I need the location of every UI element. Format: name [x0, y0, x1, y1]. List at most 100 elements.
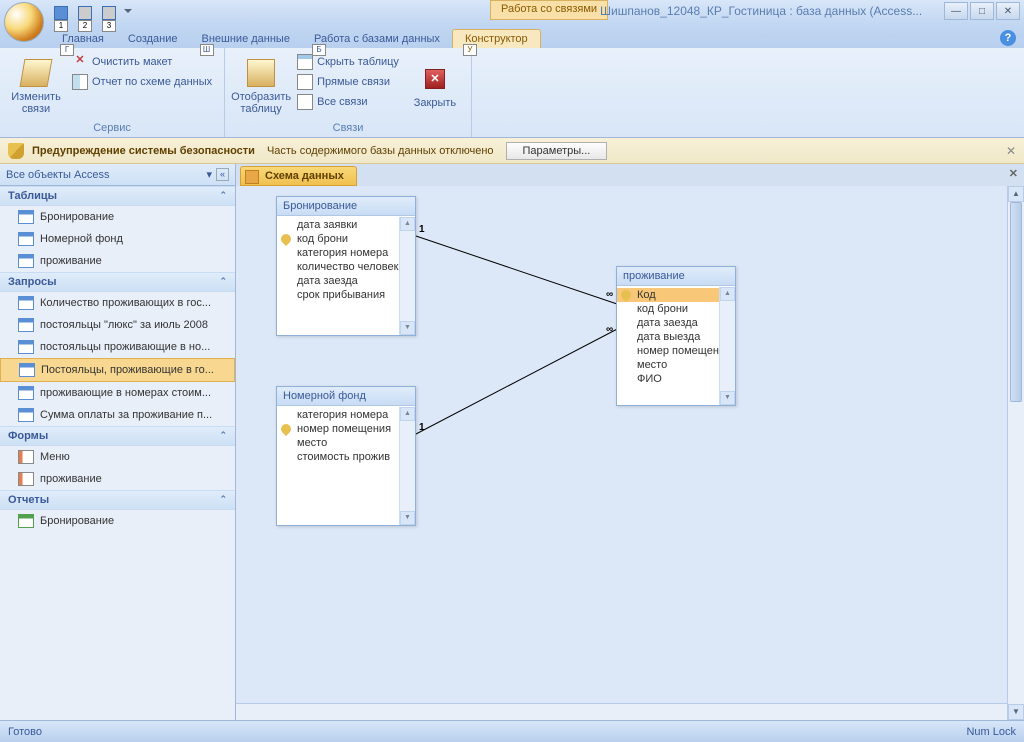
table-field[interactable]: дата заезда	[617, 316, 735, 330]
table-field[interactable]: место	[617, 358, 735, 372]
qat-dropdown-icon[interactable]	[124, 9, 132, 17]
table-box[interactable]: Номерной фонд категория номераномер помещ…	[276, 386, 416, 526]
all-relations-button[interactable]: Все связи	[293, 92, 403, 112]
rel-cardinality-many: ∞	[606, 289, 613, 300]
nav-pane-header[interactable]: Все объекты Access ▾«	[0, 164, 235, 186]
nav-item[interactable]: проживание	[0, 250, 235, 272]
nav-dropdown-icon[interactable]: ▾	[206, 168, 212, 181]
horizontal-scrollbar[interactable]	[236, 703, 1007, 720]
nav-collapse-icon[interactable]: «	[216, 168, 229, 181]
restore-button[interactable]: □	[970, 2, 994, 20]
nav-group-tables[interactable]: Таблицы⌃	[0, 186, 235, 206]
window-title: Шишпанов_12048_КР_Гостиница : база данны…	[600, 4, 922, 18]
table-header[interactable]: Бронирование	[277, 197, 415, 216]
table-field[interactable]: категория номера	[277, 408, 415, 422]
ribbon-group-service: Изменить связи ✕Очистить макет Отчет по …	[0, 48, 225, 137]
object-icon	[18, 340, 34, 354]
table-field[interactable]: номер помещени	[617, 344, 735, 358]
edit-relationships-button[interactable]: Изменить связи	[6, 50, 66, 121]
tab-home[interactable]: ГлавнаяГ	[50, 30, 116, 48]
close-designer-button[interactable]: ✕ Закрыть	[405, 50, 465, 121]
table-scrollbar[interactable]: ▲▼	[719, 287, 735, 405]
document-tabs: Схема данных ✕	[236, 164, 1024, 186]
ribbon-group-label: Связи	[231, 121, 465, 135]
tab-dbtools[interactable]: Работа с базами данныхБ	[302, 30, 452, 48]
nav-item-label: Бронирование	[40, 515, 114, 527]
security-close-icon[interactable]: ✕	[1006, 144, 1016, 158]
document-close-icon[interactable]: ✕	[1009, 167, 1018, 180]
numlock-indicator: Num Lock	[966, 726, 1016, 738]
navigation-pane: Все объекты Access ▾« Таблицы⌃ Бронирова…	[0, 164, 236, 720]
table-field[interactable]: ФИО	[617, 372, 735, 386]
table-field[interactable]: дата заезда	[277, 274, 415, 288]
show-table-button[interactable]: Отобразить таблицу	[231, 50, 291, 121]
table-field[interactable]: код брони	[617, 302, 735, 316]
table-box[interactable]: проживание Кодкод бронидата заездадата вы…	[616, 266, 736, 406]
table-field[interactable]: дата выезда	[617, 330, 735, 344]
nav-item[interactable]: постояльцы "люкс" за июль 2008	[0, 314, 235, 336]
nav-item[interactable]: проживающие в номерах стоим...	[0, 382, 235, 404]
nav-item-label: постояльцы "люкс" за июль 2008	[40, 319, 208, 331]
nav-group-queries[interactable]: Запросы⌃	[0, 272, 235, 292]
schema-report-button[interactable]: Отчет по схеме данных	[68, 72, 216, 92]
table-field[interactable]: срок прибывания	[277, 288, 415, 302]
security-options-button[interactable]: Параметры...	[506, 142, 608, 160]
hide-table-button[interactable]: Скрыть таблицу	[293, 52, 403, 72]
clear-layout-button[interactable]: ✕Очистить макет	[68, 52, 216, 72]
table-field[interactable]: номер помещения	[277, 422, 415, 436]
nav-item[interactable]: Количество проживающих в гос...	[0, 292, 235, 314]
document-area: Схема данных ✕ 1 ∞ 1 ∞ Бронированиедата …	[236, 164, 1024, 720]
table-field[interactable]: количество человек	[277, 260, 415, 274]
table-field[interactable]: дата заявки	[277, 218, 415, 232]
table-scrollbar[interactable]: ▲▼	[399, 217, 415, 335]
direct-relations-button[interactable]: Прямые связи	[293, 72, 403, 92]
table-header[interactable]: Номерной фонд	[277, 387, 415, 406]
nav-item[interactable]: Сумма оплаты за проживание п...	[0, 404, 235, 426]
quick-access-toolbar: 1 2 3	[50, 2, 132, 24]
chevron-up-icon: ⌃	[219, 430, 227, 442]
table-field[interactable]: Код	[617, 288, 735, 302]
nav-item[interactable]: постояльцы проживающие в но...	[0, 336, 235, 358]
table-field[interactable]: код брони	[277, 232, 415, 246]
rel-cardinality-one: 1	[419, 422, 425, 433]
tab-create[interactable]: Создание	[116, 30, 190, 48]
table-box[interactable]: Бронирование дата заявкикод броникатегори…	[276, 196, 416, 336]
relationships-canvas[interactable]: 1 ∞ 1 ∞ Бронированиедата заявкикод брони…	[236, 186, 1024, 720]
help-icon[interactable]: ?	[1000, 30, 1016, 46]
minimize-button[interactable]: —	[944, 2, 968, 20]
nav-item[interactable]: Номерной фонд	[0, 228, 235, 250]
ribbon-group-label: Сервис	[6, 121, 218, 135]
qat-save[interactable]: 1	[50, 2, 72, 24]
qat-redo[interactable]: 3	[98, 2, 120, 24]
nav-item[interactable]: Бронирование	[0, 206, 235, 228]
table-field[interactable]: место	[277, 436, 415, 450]
object-icon	[18, 296, 34, 310]
tab-design[interactable]: КонструкторУ	[452, 29, 541, 48]
object-icon	[18, 514, 34, 528]
nav-group-forms[interactable]: Формы⌃	[0, 426, 235, 446]
nav-item-label: постояльцы проживающие в но...	[40, 341, 210, 353]
nav-item[interactable]: Бронирование	[0, 510, 235, 532]
nav-item[interactable]: проживание	[0, 468, 235, 490]
object-icon	[18, 386, 34, 400]
nav-item[interactable]: Постояльцы, проживающие в го...	[0, 358, 235, 382]
nav-item-label: Меню	[40, 451, 70, 463]
office-button[interactable]	[4, 2, 44, 42]
table-scrollbar[interactable]: ▲▼	[399, 407, 415, 525]
nav-item-label: проживание	[40, 473, 102, 485]
close-button[interactable]: ✕	[996, 2, 1020, 20]
document-tab-schema[interactable]: Схема данных	[240, 166, 357, 186]
nav-group-reports[interactable]: Отчеты⌃	[0, 490, 235, 510]
vertical-scrollbar[interactable]: ▲ ▼	[1007, 186, 1024, 720]
scroll-up-icon[interactable]: ▲	[1008, 186, 1024, 202]
table-field[interactable]: категория номера	[277, 246, 415, 260]
tab-externaldata[interactable]: Внешние данныеШ	[190, 30, 302, 48]
scroll-down-icon[interactable]: ▼	[1008, 704, 1024, 720]
contextual-tab-header: Работа со связями	[490, 0, 608, 20]
table-header[interactable]: проживание	[617, 267, 735, 286]
table-field[interactable]: стоимость прожив	[277, 450, 415, 464]
qat-undo[interactable]: 2	[74, 2, 96, 24]
schema-icon	[245, 170, 259, 184]
nav-item[interactable]: Меню	[0, 446, 235, 468]
scroll-thumb[interactable]	[1010, 202, 1022, 402]
